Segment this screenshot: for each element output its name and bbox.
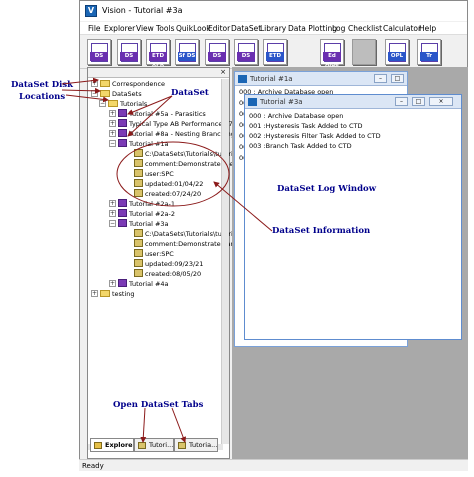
- arrow-disk-2: [61, 87, 101, 94]
- arrow-disk-1: [61, 77, 99, 85]
- arrow-tab-1: [140, 407, 147, 443]
- arrow-tab-2: [171, 407, 187, 443]
- arrow-dataset-2: [127, 95, 173, 137]
- arrow-disk-3: [65, 94, 109, 103]
- highlight-ellipse: [116, 141, 230, 207]
- arrow-dataset-1: [127, 95, 173, 115]
- annotation-arrows: [61, 77, 273, 443]
